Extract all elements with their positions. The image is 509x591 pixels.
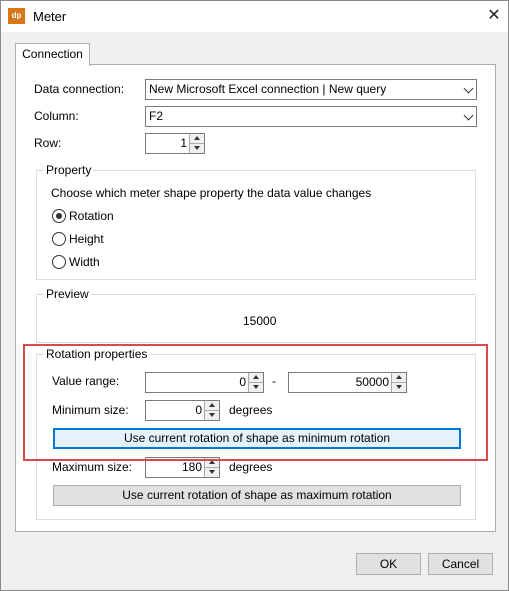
- spin-up-icon[interactable]: [190, 134, 204, 144]
- meter-dialog: dp Meter ✕ Connection Data connection: N…: [0, 0, 509, 591]
- row-stepper[interactable]: 1: [145, 133, 205, 154]
- title-bar: dp Meter ✕: [1, 1, 508, 32]
- spin-down-icon[interactable]: [205, 411, 219, 420]
- window-title: Meter: [33, 9, 67, 24]
- minimum-size-value: 0: [195, 403, 202, 417]
- spin-up-icon[interactable]: [205, 401, 219, 411]
- minimum-size-unit: degrees: [229, 403, 273, 417]
- range-separator: -: [272, 374, 276, 388]
- range-max-value: 50000: [355, 375, 389, 389]
- radio-rotation-label: Rotation: [69, 209, 114, 223]
- range-max-stepper[interactable]: 50000: [288, 372, 407, 393]
- spin-down-icon[interactable]: [392, 383, 406, 392]
- radio-circle: [52, 255, 66, 269]
- column-label: Column:: [34, 109, 79, 123]
- property-group-title: Property: [44, 163, 94, 177]
- spin-up-icon[interactable]: [392, 373, 406, 383]
- column-value: F2: [149, 109, 164, 123]
- value-range-label: Value range:: [52, 374, 120, 388]
- chevron-down-icon: [463, 83, 474, 94]
- use-current-min-rotation-button[interactable]: Use current rotation of shape as minimum…: [53, 428, 461, 449]
- close-icon[interactable]: ✕: [483, 4, 505, 28]
- cancel-button[interactable]: Cancel: [428, 553, 493, 575]
- row-label: Row:: [34, 136, 62, 150]
- radio-width-label: Width: [69, 255, 100, 269]
- property-description: Choose which meter shape property the da…: [51, 186, 372, 200]
- preview-group-title: Preview: [44, 287, 91, 301]
- minimum-size-label: Minimum size:: [52, 403, 129, 417]
- tab-connection[interactable]: Connection: [15, 43, 90, 66]
- maximum-size-value: 180: [181, 460, 202, 474]
- radio-circle: [52, 209, 66, 223]
- preview-value: 15000: [243, 314, 277, 328]
- chevron-down-icon: [463, 110, 474, 121]
- data-connection-value: New Microsoft Excel connection | New que…: [149, 82, 387, 96]
- maximum-size-label: Maximum size:: [52, 460, 133, 474]
- range-min-value: 0: [239, 375, 246, 389]
- data-connection-label: Data connection:: [34, 82, 125, 96]
- app-icon: dp: [8, 8, 25, 24]
- maximum-size-unit: degrees: [229, 460, 273, 474]
- data-connection-dropdown[interactable]: New Microsoft Excel connection | New que…: [145, 79, 477, 100]
- column-dropdown[interactable]: F2: [145, 106, 477, 127]
- rotation-properties-title: Rotation properties: [44, 347, 150, 361]
- radio-selected-dot: [56, 213, 62, 219]
- use-current-max-rotation-button[interactable]: Use current rotation of shape as maximum…: [53, 485, 461, 506]
- spin-up-icon[interactable]: [205, 458, 219, 468]
- maximum-size-stepper[interactable]: 180: [145, 457, 220, 478]
- row-value: 1: [180, 136, 187, 150]
- ok-button[interactable]: OK: [356, 553, 421, 575]
- range-min-stepper[interactable]: 0: [145, 372, 264, 393]
- spin-up-icon[interactable]: [249, 373, 263, 383]
- radio-circle: [52, 232, 66, 246]
- spin-down-icon[interactable]: [190, 144, 204, 153]
- minimum-size-stepper[interactable]: 0: [145, 400, 220, 421]
- spin-down-icon[interactable]: [205, 468, 219, 477]
- radio-height-label: Height: [69, 232, 104, 246]
- spin-down-icon[interactable]: [249, 383, 263, 392]
